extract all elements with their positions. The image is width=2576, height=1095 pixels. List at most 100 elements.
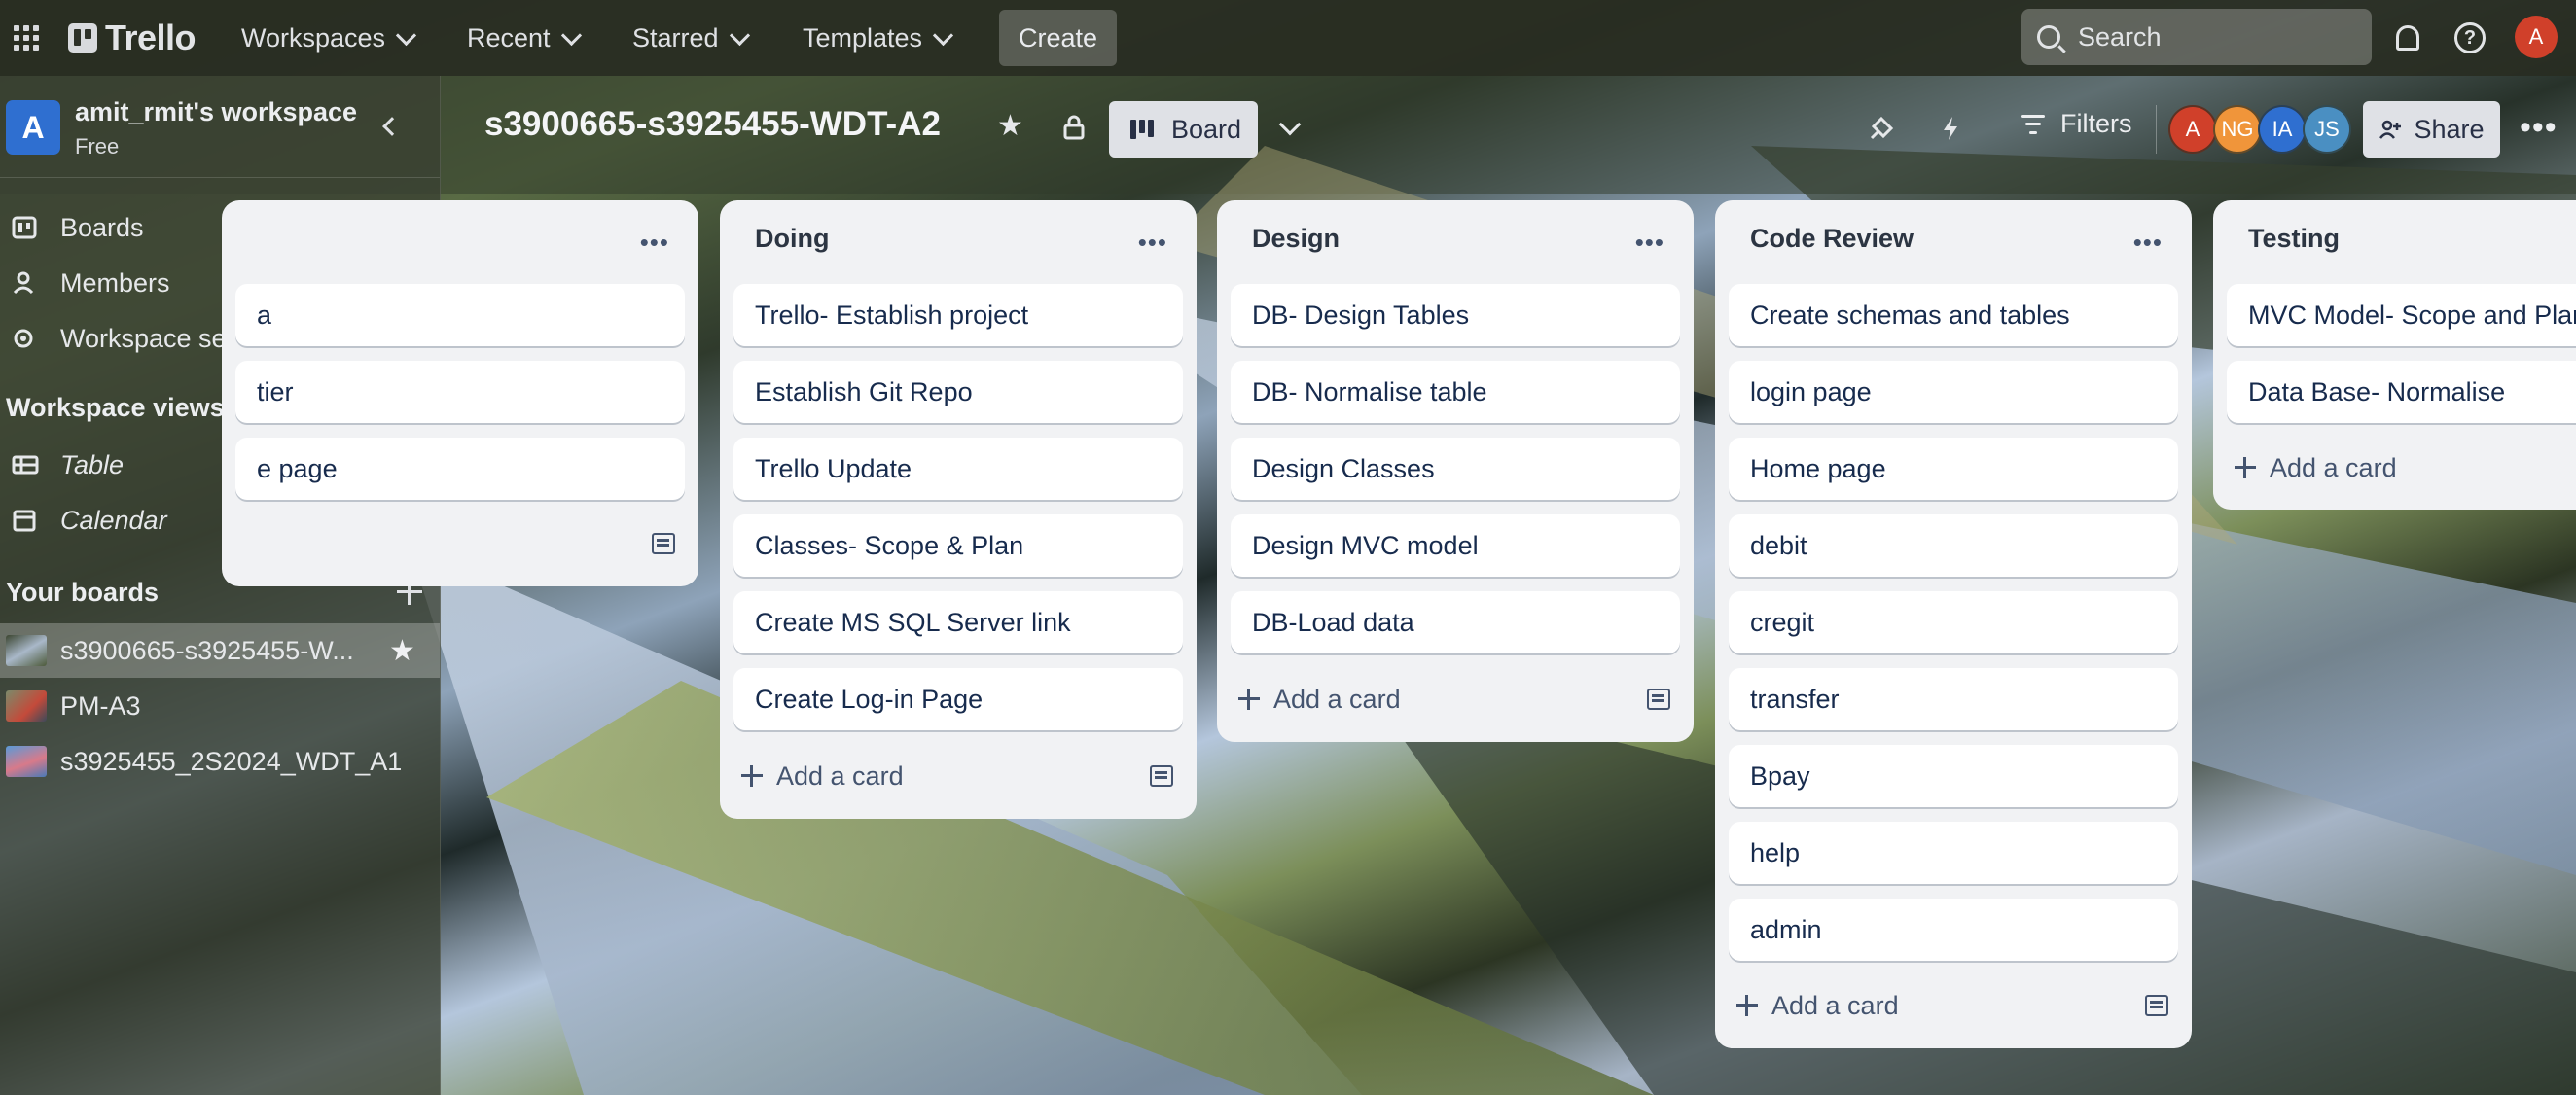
card[interactable]: tier xyxy=(235,361,685,423)
chevron-down-icon xyxy=(729,24,750,46)
list-title[interactable]: Testing xyxy=(2248,224,2340,254)
member-avatar[interactable]: NG xyxy=(2213,105,2262,154)
list-menu-icon[interactable]: ••• xyxy=(1635,228,1664,258)
trello-logo-icon xyxy=(68,23,97,53)
card[interactable]: Data Base- Normalise xyxy=(2227,361,2576,423)
filter-icon xyxy=(2021,114,2045,134)
card[interactable]: admin xyxy=(1729,899,2178,961)
board-thumbnail xyxy=(6,746,47,777)
chevron-down-icon xyxy=(932,24,954,46)
add-card-button[interactable]: Add a card xyxy=(1736,986,1899,1025)
card[interactable]: login page xyxy=(1729,361,2178,423)
card[interactable]: cregit xyxy=(1729,591,2178,653)
card[interactable]: Create schemas and tables xyxy=(1729,284,2178,346)
add-card-button[interactable]: Add a card xyxy=(741,757,904,795)
filters-button[interactable]: Filters xyxy=(2021,109,2132,139)
help-button[interactable]: ? xyxy=(2451,19,2488,56)
list-title[interactable]: Design xyxy=(1252,224,1340,254)
card[interactable]: DB- Design Tables xyxy=(1231,284,1680,346)
chevron-down-icon xyxy=(560,24,582,46)
card[interactable]: a xyxy=(235,284,685,346)
member-avatar[interactable]: A xyxy=(2168,105,2217,154)
collapse-sidebar-icon[interactable] xyxy=(377,109,407,144)
list-menu-icon[interactable]: ••• xyxy=(1138,228,1167,258)
card[interactable]: Classes- Scope & Plan xyxy=(733,514,1183,577)
user-avatar[interactable]: A xyxy=(2515,16,2558,58)
board-item-label: s3900665-s3925455-W... xyxy=(60,635,354,665)
create-button[interactable]: Create xyxy=(999,10,1117,66)
star-icon[interactable]: ★ xyxy=(389,634,415,668)
card[interactable]: transfer xyxy=(1729,668,2178,730)
add-card-label: Add a card xyxy=(1273,684,1401,714)
board-thumbnail xyxy=(6,690,47,722)
card-template-icon[interactable] xyxy=(1150,765,1173,787)
share-button[interactable]: Share xyxy=(2363,101,2500,158)
card-template-icon[interactable] xyxy=(2145,995,2168,1016)
list-menu-icon[interactable]: ••• xyxy=(640,228,669,258)
nav-label: Recent xyxy=(467,22,551,53)
list-menu-icon[interactable]: ••• xyxy=(2133,228,2163,258)
card[interactable]: Design MVC model xyxy=(1231,514,1680,577)
card[interactable]: Establish Git Repo xyxy=(733,361,1183,423)
nav-recent[interactable]: Recent xyxy=(467,18,582,58)
notifications-button[interactable] xyxy=(2389,19,2426,56)
workspace-views-heading: Workspace views xyxy=(6,393,225,422)
card-template-icon[interactable] xyxy=(652,533,675,554)
card[interactable]: Design Classes xyxy=(1231,438,1680,500)
board-menu-icon[interactable]: ••• xyxy=(2520,109,2558,147)
power-ups-icon[interactable] xyxy=(1868,115,1895,142)
list-title[interactable]: Code Review xyxy=(1750,224,1914,254)
board-thumbnail xyxy=(6,635,47,666)
board-view-label: Board xyxy=(1171,114,1242,144)
nav-workspaces[interactable]: Workspaces xyxy=(241,18,417,58)
nav-templates[interactable]: Templates xyxy=(803,18,954,58)
nav-label: Starred xyxy=(632,22,719,53)
list-code-review: Code Review ••• Create schemas and table… xyxy=(1715,200,2192,1048)
card-template-icon[interactable] xyxy=(1647,689,1670,710)
filters-label: Filters xyxy=(2060,109,2132,138)
board-item-label: s3925455_2S2024_WDT_A1 xyxy=(60,746,403,776)
workspace-header: A amit_rmit's workspace Free xyxy=(0,76,440,178)
workspace-name[interactable]: amit_rmit's workspace xyxy=(75,97,357,127)
card[interactable]: e page xyxy=(235,438,685,500)
board-item-s3900665[interactable]: s3900665-s3925455-W... ★ xyxy=(0,623,440,678)
gear-icon xyxy=(14,329,33,348)
list-doing: Doing ••• Trello- Establish project Esta… xyxy=(720,200,1197,819)
add-card-button[interactable]: Add a card xyxy=(2235,448,2397,487)
card[interactable]: Create Log-in Page xyxy=(733,668,1183,730)
board-title[interactable]: s3900665-s3925455-WDT-A2 xyxy=(484,105,941,144)
automation-icon[interactable] xyxy=(1940,115,1961,142)
member-avatar[interactable]: IA xyxy=(2258,105,2307,154)
star-board-icon[interactable]: ★ xyxy=(997,109,1023,143)
card[interactable]: help xyxy=(1729,822,2178,884)
card[interactable]: MVC Model- Scope and Plan xyxy=(2227,284,2576,346)
card[interactable]: Home page xyxy=(1729,438,2178,500)
plus-icon xyxy=(2235,457,2256,478)
board-view-button[interactable]: Board xyxy=(1109,101,1258,158)
card[interactable]: debit xyxy=(1729,514,2178,577)
card[interactable]: DB- Normalise table xyxy=(1231,361,1680,423)
workspace-avatar[interactable]: A xyxy=(6,100,60,155)
card[interactable]: Bpay xyxy=(1729,745,2178,807)
nav-starred[interactable]: Starred xyxy=(632,18,750,58)
board-item-s3925455[interactable]: s3925455_2S2024_WDT_A1 xyxy=(0,734,440,789)
search-input[interactable]: Search xyxy=(2021,9,2372,65)
card[interactable]: Create MS SQL Server link xyxy=(733,591,1183,653)
list-title[interactable]: Doing xyxy=(755,224,829,254)
add-card-label: Add a card xyxy=(2270,452,2397,482)
nav-label: Templates xyxy=(803,22,923,53)
app-switcher-icon[interactable] xyxy=(14,25,39,51)
member-avatar[interactable]: JS xyxy=(2303,105,2351,154)
card[interactable]: Trello Update xyxy=(733,438,1183,500)
share-label: Share xyxy=(2414,114,2485,144)
lock-icon[interactable] xyxy=(1063,115,1085,140)
trello-logo[interactable]: Trello xyxy=(68,18,197,58)
card[interactable]: Trello- Establish project xyxy=(733,284,1183,346)
board-item-pm-a3[interactable]: PM-A3 xyxy=(0,679,440,733)
list-design: Design ••• DB- Design Tables DB- Normali… xyxy=(1217,200,1694,742)
person-icon xyxy=(13,271,34,295)
top-nav: Trello Workspaces Recent Starred Templat… xyxy=(0,0,2576,76)
card[interactable]: DB-Load data xyxy=(1231,591,1680,653)
add-card-button[interactable]: Add a card xyxy=(1238,680,1401,719)
trello-board-icon xyxy=(12,216,37,239)
